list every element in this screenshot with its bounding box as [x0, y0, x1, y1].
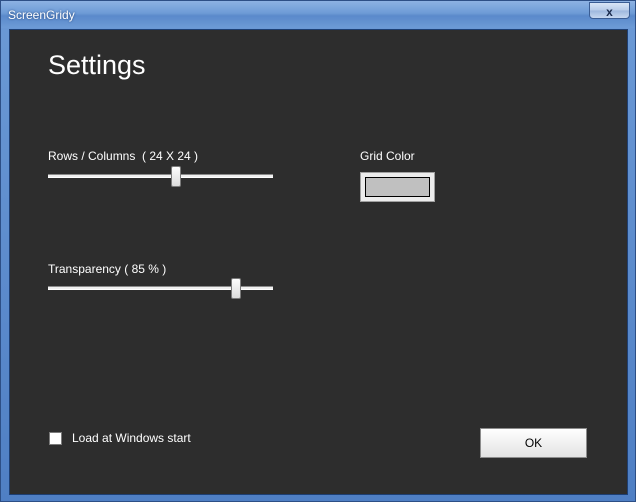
settings-panel: Settings Rows / Columns ( 24 X 24 ) Grid… — [9, 29, 628, 495]
rows-columns-slider[interactable] — [48, 174, 273, 178]
close-icon: x — [606, 5, 613, 19]
load-at-start-label: Load at Windows start — [72, 431, 191, 445]
load-at-start-checkbox[interactable] — [49, 432, 62, 445]
grid-color-label: Grid Color — [360, 149, 415, 163]
rows-columns-slider-thumb[interactable] — [170, 166, 181, 187]
transparency-label: Transparency ( 85 % ) — [48, 262, 167, 276]
ok-button[interactable]: OK — [480, 428, 587, 458]
transparency-slider-thumb[interactable] — [230, 278, 241, 299]
page-title: Settings — [48, 50, 146, 80]
rows-columns-label: Rows / Columns ( 24 X 24 ) — [48, 149, 199, 163]
title-bar[interactable]: ScreenGridy x — [1, 1, 635, 28]
close-button[interactable]: x — [589, 2, 630, 19]
window-title: ScreenGridy — [8, 8, 75, 22]
grid-color-button[interactable] — [360, 172, 435, 202]
app-window: ScreenGridy x Settings Rows / Columns ( … — [0, 0, 636, 502]
grid-color-swatch — [365, 177, 430, 197]
